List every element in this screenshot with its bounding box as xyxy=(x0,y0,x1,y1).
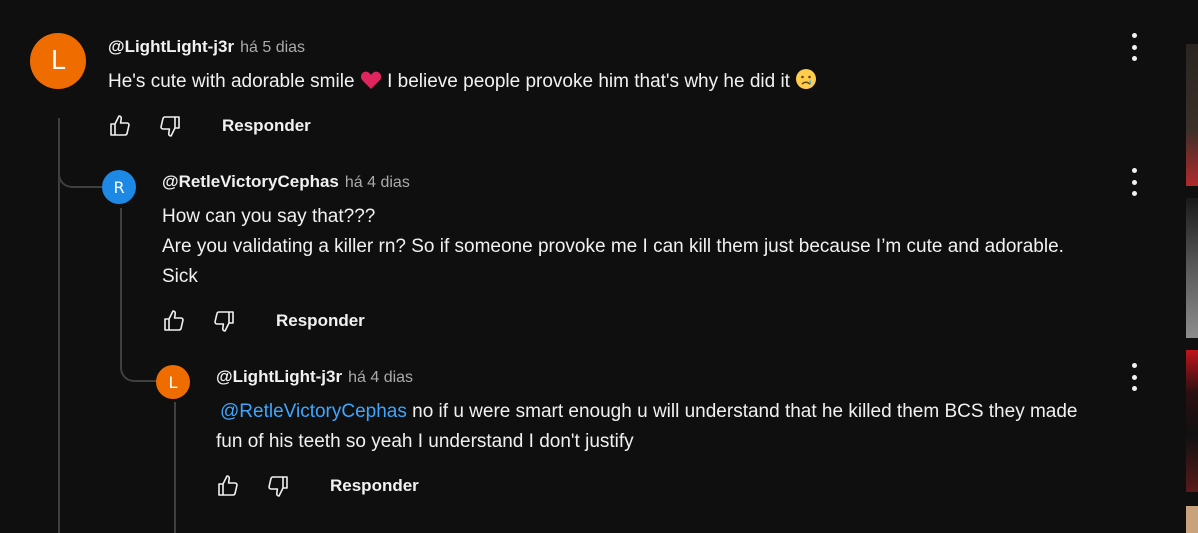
comment-line: @RetleVictoryCephas no if u were smart e… xyxy=(216,397,1176,427)
comment-line: Are you validating a killer rn? So if so… xyxy=(162,236,1064,257)
thumbs-up-icon[interactable] xyxy=(162,309,186,333)
mention-link[interactable]: @RetleVictoryCephas xyxy=(220,401,407,422)
video-thumbnail[interactable] xyxy=(1186,350,1198,492)
comment-actions: Responder xyxy=(108,114,311,138)
comment-text-part: I believe people provoke him that's why … xyxy=(387,71,790,92)
comment-header: @RetleVictoryCephas há 4 dias xyxy=(162,172,410,192)
comment-text: @RetleVictoryCephas no if u were smart e… xyxy=(216,397,1176,457)
comment-actions: Responder xyxy=(162,309,365,333)
comment-text: How can you say that??? Are you validati… xyxy=(162,202,1172,292)
thumbs-up-icon[interactable] xyxy=(108,114,132,138)
thread-line-reply xyxy=(120,208,122,348)
thread-line-curve-1 xyxy=(58,150,104,188)
video-thumbnail[interactable] xyxy=(1186,44,1198,186)
red-heart-emoji xyxy=(360,70,382,100)
avatar[interactable]: L xyxy=(156,365,190,399)
comment-header: @LightLight-j3r há 5 dias xyxy=(108,37,305,57)
crying-face-emoji xyxy=(795,68,817,100)
more-vert-icon[interactable] xyxy=(1129,33,1139,61)
comment-header: @LightLight-j3r há 4 dias xyxy=(216,367,413,387)
reply-button[interactable]: Responder xyxy=(276,311,365,331)
video-thumbnail[interactable] xyxy=(1186,198,1198,338)
reply-button[interactable]: Responder xyxy=(222,116,311,136)
reply-button[interactable]: Responder xyxy=(330,476,419,496)
thumbs-down-icon[interactable] xyxy=(266,474,290,498)
more-vert-icon[interactable] xyxy=(1129,168,1139,196)
more-vert-icon[interactable] xyxy=(1129,363,1139,391)
comment-actions: Responder xyxy=(216,474,419,498)
avatar[interactable]: L xyxy=(30,33,86,89)
timestamp[interactable]: há 4 dias xyxy=(348,369,413,387)
thread-line-curve-2 xyxy=(120,346,158,382)
comment-line: fun of his teeth so yeah I understand I … xyxy=(216,431,634,452)
comment-line: How can you say that??? xyxy=(162,206,376,227)
thumbs-up-icon[interactable] xyxy=(216,474,240,498)
author-name[interactable]: @LightLight-j3r xyxy=(108,37,234,57)
timestamp[interactable]: há 4 dias xyxy=(345,174,410,192)
thumbs-down-icon[interactable] xyxy=(158,114,182,138)
author-name[interactable]: @LightLight-j3r xyxy=(216,367,342,387)
author-name[interactable]: @RetleVictoryCephas xyxy=(162,172,339,192)
comment-text-part: no if u were smart enough u will underst… xyxy=(412,401,1078,422)
comment-text: He's cute with adorable smile I believe … xyxy=(108,67,817,100)
thumbs-down-icon[interactable] xyxy=(212,309,236,333)
avatar[interactable]: R xyxy=(102,170,136,204)
video-thumbnail[interactable] xyxy=(1186,506,1198,533)
comment-text-part: He's cute with adorable smile xyxy=(108,71,355,92)
thread-line-nested xyxy=(174,402,176,533)
comment-line: Sick xyxy=(162,266,198,287)
timestamp[interactable]: há 5 dias xyxy=(240,39,305,57)
